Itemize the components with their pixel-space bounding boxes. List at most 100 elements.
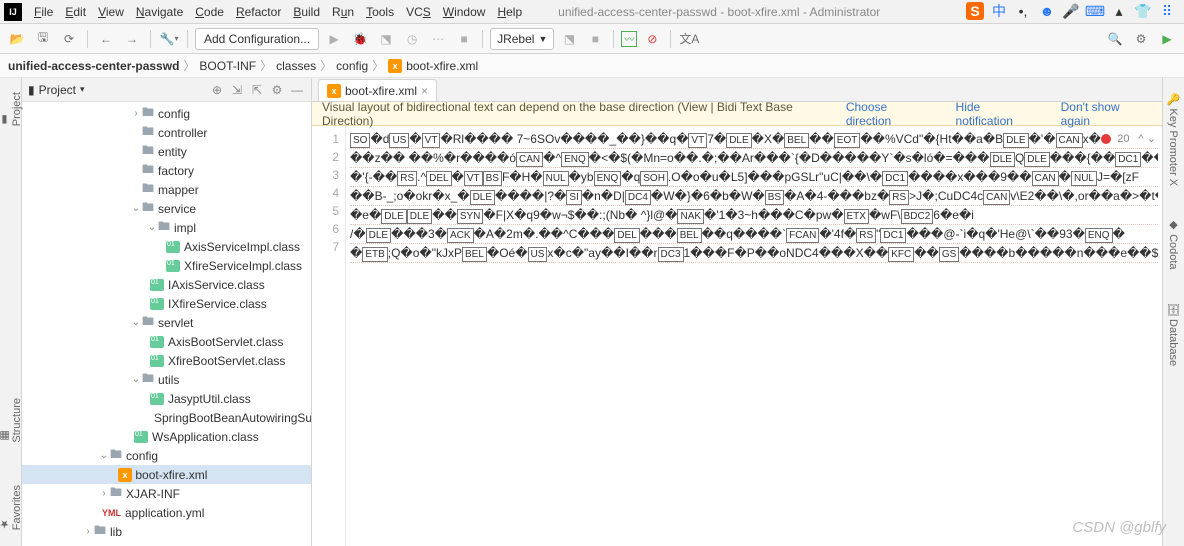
shirt-icon[interactable]: 👕 [1134,2,1152,20]
tree-class[interactable]: IAxisService.class [22,275,311,294]
editor-tab[interactable]: x boot-xfire.xml × [318,79,437,101]
jrebel-stop-icon[interactable]: ■ [584,28,606,50]
menu-code[interactable]: Code [189,3,230,21]
tool-codota[interactable]: ◆ Codota [1167,212,1180,276]
menu-tools[interactable]: Tools [360,3,400,21]
tree-class[interactable]: XfireBootServlet.class [22,351,311,370]
project-panel-header: ▮ Project ▾ ⊕ ⇲ ⇱ ⚙ — [22,78,311,102]
sogou-ime-icon[interactable]: S [966,2,984,20]
tool-keypromoter[interactable]: 🔑 Key Promoter X [1167,86,1180,192]
collapse-icon[interactable]: ⇱ [249,83,265,97]
profile-icon[interactable]: ◷ [401,28,423,50]
open-icon[interactable]: 📂 [6,28,28,50]
editor-tab-bar: x boot-xfire.xml × [312,78,1162,102]
editor-area: x boot-xfire.xml × Visual layout of bidi… [312,78,1162,546]
tree-folder[interactable]: ⌄🖿config [22,446,311,465]
panel-settings-icon[interactable]: ⚙ [269,83,285,97]
menu-file[interactable]: File [28,3,59,21]
tree-folder[interactable]: ›🖿lib [22,522,311,541]
ime-lang-icon[interactable]: 中 [990,2,1008,20]
crumb-root[interactable]: unified-access-center-passwd [8,59,179,73]
select-opened-icon[interactable]: ⊕ [209,83,225,97]
tree-file-bootxfire[interactable]: x boot-xfire.xml [22,465,311,484]
hammer-icon[interactable]: 🔧▾ [158,28,180,50]
dont-show-again-link[interactable]: Don't show again [1061,100,1152,128]
settings-icon[interactable]: ⚙ [1130,28,1152,50]
tray-icon[interactable]: •, [1014,2,1032,20]
coverage-icon[interactable]: ⬔ [375,28,397,50]
code-editor[interactable]: 20 ^ ⌄ 1234567 SO�dUS�VT�Rl���� 7~6SOv��… [312,126,1162,546]
menu-view[interactable]: View [92,3,130,21]
expand-icon[interactable]: ⇲ [229,83,245,97]
concurrency-icon[interactable]: ⋯ [427,28,449,50]
project-tree[interactable]: ›🖿config 🖿controller 🖿entity 🖿factory 🖿m… [22,102,311,546]
xml-icon: x [327,84,341,98]
close-tab-icon[interactable]: × [421,84,428,98]
project-panel: ▮ Project ▾ ⊕ ⇲ ⇱ ⚙ — ›🖿config 🖿controll… [22,78,312,546]
tree-folder[interactable]: ⌄🖿impl [22,218,311,237]
menu-vcs[interactable]: VCS [400,3,437,21]
jrebel-logo-icon[interactable]: ▶ [1156,28,1178,50]
crumb-3[interactable]: config [336,59,368,73]
tree-class[interactable]: JasyptUtil.class [22,389,311,408]
tool-database[interactable]: 🗄 Database [1167,296,1180,372]
menu-window[interactable]: Window [437,3,492,21]
tray-icon2[interactable]: ▴ [1110,2,1128,20]
search-icon[interactable]: 🔍 [1104,28,1126,50]
hide-notification-link[interactable]: Hide notification [956,100,1041,128]
tree-file[interactable]: YMLapplication.yml [22,503,311,522]
tree-class[interactable]: XfireServiceImpl.class [22,256,311,275]
menu-run[interactable]: Run [326,3,360,21]
tree-folder[interactable]: 🖿factory [22,161,311,180]
tree-folder[interactable]: ⌄🖿utils [22,370,311,389]
jrebel-dropdown[interactable]: JRebel▼ [490,28,554,50]
back-icon[interactable]: ← [95,28,117,50]
tool-project[interactable]: ▮ Project [0,86,23,132]
refresh-icon[interactable]: ⟳ [58,28,80,50]
crumb-2[interactable]: classes [276,59,316,73]
tool-favorites[interactable]: ★ Favorites [0,479,23,536]
system-tray: S 中 •, ☻ 🎤 ⌨ ▴ 👕 ⠿ [966,2,1176,20]
debug-icon[interactable]: 🐞 [349,28,371,50]
menu-edit[interactable]: Edit [59,3,92,21]
add-configuration-button[interactable]: Add Configuration... [195,28,319,50]
mic-icon[interactable]: 🎤 [1062,2,1080,20]
hide-panel-icon[interactable]: — [289,83,305,97]
crumb-1[interactable]: BOOT-INF [199,59,256,73]
tree-folder[interactable]: 🖿mapper [22,180,311,199]
menu-help[interactable]: Help [491,3,528,21]
tree-file[interactable]: ≡classpath.idx [22,541,311,546]
forward-icon[interactable]: → [121,28,143,50]
tree-class[interactable]: AxisBootServlet.class [22,332,311,351]
analyze-icon[interactable]: 〰 [621,31,637,47]
choose-direction-link[interactable]: Choose direction [846,100,936,128]
code-content[interactable]: SO�dUS�VT�Rl���� 7~6SOv����_��}��q�VT7�D… [346,126,1162,546]
tree-folder[interactable]: ⌄🖿servlet [22,313,311,332]
stop-red-icon[interactable]: ⊘ [641,28,663,50]
project-panel-title[interactable]: ▮ Project ▾ [28,83,85,97]
grid-icon[interactable]: ⠿ [1158,2,1176,20]
stop-icon[interactable]: ■ [453,28,475,50]
tree-folder[interactable]: ⌄🖿service [22,199,311,218]
translate-icon[interactable]: 文A [678,28,700,50]
tree-folder[interactable]: 🖿controller [22,123,311,142]
error-dot-icon [1101,134,1111,144]
jrebel-run-icon[interactable]: ⬔ [558,28,580,50]
crumb-file[interactable]: boot-xfire.xml [406,59,478,73]
save-icon[interactable]: 🖫 [32,28,54,50]
menu-build[interactable]: Build [287,3,326,21]
keyboard-icon[interactable]: ⌨ [1086,2,1104,20]
tree-class[interactable]: IXfireService.class [22,294,311,313]
tree-folder[interactable]: 🖿entity [22,142,311,161]
menu-refactor[interactable]: Refactor [230,3,287,21]
run-icon[interactable]: ▶ [323,28,345,50]
error-indicator[interactable]: 20 ^ ⌄ [1101,132,1156,145]
user-icon[interactable]: ☻ [1038,2,1056,20]
menu-navigate[interactable]: Navigate [130,3,189,21]
tree-folder[interactable]: ›🖿XJAR-INF [22,484,311,503]
tool-structure[interactable]: ▦ Structure [0,392,23,449]
tree-class[interactable]: AxisServiceImpl.class [22,237,311,256]
tree-folder[interactable]: ›🖿config [22,104,311,123]
tree-class[interactable]: WsApplication.class [22,427,311,446]
tree-class[interactable]: SpringBootBeanAutowiringSupport.class [22,408,311,427]
